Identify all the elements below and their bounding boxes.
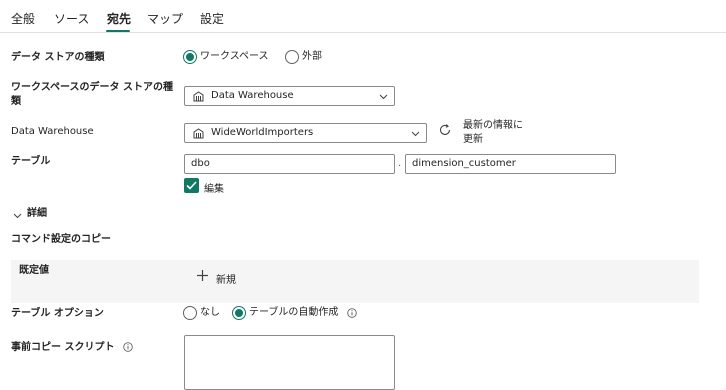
radio-workspace-label[interactable]: ワークスペース — [200, 50, 269, 64]
tab-mapping[interactable]: マップ — [147, 10, 183, 27]
radio-none[interactable] — [183, 306, 197, 320]
radio-external-label[interactable]: 外部 — [302, 50, 322, 64]
add-default-value-button[interactable]: 新規 — [216, 271, 236, 286]
default-values-label: 既定値 — [19, 265, 49, 276]
pre-copy-script-textarea[interactable] — [184, 335, 395, 390]
radio-auto-create-table-label[interactable]: テーブルの自動作成 — [249, 306, 338, 320]
table-option-label: テーブル オプション — [11, 308, 104, 319]
data-warehouse-select[interactable]: WideWorldImporters — [184, 123, 427, 143]
table-label: テーブル — [11, 156, 51, 167]
tab-destination[interactable]: 宛先 — [107, 10, 131, 27]
workspace-store-type-value: Data Warehouse — [211, 90, 294, 101]
pre-copy-script-label: 事前コピー スクリプト — [11, 342, 115, 353]
chevron-down-icon — [411, 131, 420, 137]
chevron-down-icon — [379, 94, 388, 100]
info-icon[interactable] — [123, 342, 133, 352]
tab-bar: 全般 ソース 宛先 マップ 設定 — [0, 0, 726, 33]
store-type-label: データ ストアの種類 — [11, 52, 105, 63]
warehouse-icon — [193, 91, 204, 102]
refresh-button-label[interactable]: 最新の情報に更新 — [463, 119, 523, 147]
radio-external[interactable] — [285, 50, 299, 64]
info-icon[interactable] — [347, 308, 357, 318]
tab-source[interactable]: ソース — [54, 10, 89, 27]
warehouse-icon — [193, 128, 204, 139]
radio-auto-create-table[interactable] — [232, 306, 246, 320]
data-warehouse-value: WideWorldImporters — [211, 127, 314, 138]
details-toggle[interactable]: 詳細 — [27, 207, 47, 221]
table-separator: . — [398, 158, 402, 169]
data-warehouse-label: Data Warehouse — [11, 126, 94, 137]
workspace-store-type-select[interactable]: Data Warehouse — [184, 86, 395, 106]
chevron-down-icon[interactable] — [13, 211, 22, 220]
table-schema-input[interactable]: dbo — [184, 154, 395, 174]
refresh-icon[interactable] — [438, 123, 452, 137]
checkmark-icon — [186, 181, 197, 190]
workspace-store-type-label: ワークスペースのデータ ストアの種類 — [11, 82, 173, 107]
tab-general[interactable]: 全般 — [11, 10, 35, 27]
radio-none-label[interactable]: なし — [200, 306, 220, 320]
radio-workspace[interactable] — [183, 50, 197, 64]
default-values-panel — [11, 260, 699, 303]
plus-icon[interactable] — [196, 269, 209, 282]
table-name-input[interactable]: dimension_customer — [405, 154, 616, 174]
edit-checkbox-label[interactable]: 編集 — [204, 180, 224, 195]
active-tab-indicator — [106, 30, 130, 32]
tab-settings[interactable]: 設定 — [200, 10, 224, 27]
edit-checkbox[interactable] — [184, 178, 199, 193]
copy-command-heading: コマンド設定のコピー — [11, 234, 111, 245]
